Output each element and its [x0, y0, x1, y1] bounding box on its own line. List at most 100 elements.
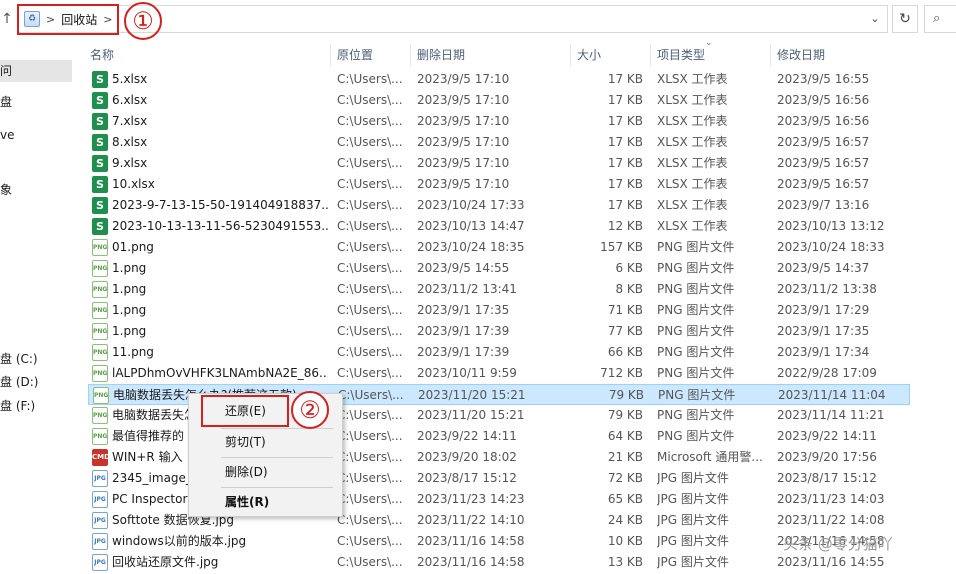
file-location: C:\Users\...	[337, 408, 403, 422]
file-location: C:\Users\...	[337, 177, 403, 191]
table-row[interactable]: JPG 回收站还原文件.jpg C:\Users\... 2023/11/16 14:…	[88, 552, 910, 573]
file-type: PNG 图片文件	[657, 408, 735, 422]
column-header-name[interactable]: 名称	[84, 44, 330, 66]
table-row[interactable]: S 2023-10-13-13-11-56-5230491553... C:\Use…	[88, 216, 910, 237]
nav-item[interactable]: 盘 (D:)	[0, 371, 72, 393]
cmd-file-icon: CMD	[92, 449, 110, 466]
file-type: XLSX 工作表	[657, 198, 728, 212]
file-location: C:\Users\...	[337, 345, 403, 359]
table-row[interactable]: S 10.xlsx C:\Users\... 2023/9/5 17:10 17 KB X…	[88, 174, 910, 195]
file-location: C:\Users\...	[337, 156, 403, 170]
column-header-deleted[interactable]: 删除日期	[410, 44, 570, 66]
column-header-location[interactable]: 原位置	[330, 44, 410, 66]
file-deleted-date: 2023/11/22 14:10	[417, 513, 525, 527]
table-row[interactable]: S 6.xlsx C:\Users\... 2023/9/5 17:10 17 KB XL…	[88, 90, 910, 111]
navigation-pane: 问盘 ve 象盘 (C:) 盘 (D:) 盘 (F:)	[0, 38, 72, 574]
column-header-row: 名称 原位置 删除日期 大小 项目类型 修改日期	[84, 44, 956, 66]
file-name: 10.xlsx	[112, 177, 155, 191]
file-name: 01.png	[112, 240, 154, 254]
file-type: XLSX 工作表	[657, 114, 728, 128]
file-modified-date: 2023/11/23 14:03	[777, 492, 885, 506]
file-location: C:\Users\...	[337, 135, 403, 149]
nav-item[interactable]: ve	[0, 124, 72, 146]
jpg-file-icon: JPG	[92, 533, 108, 550]
nav-item[interactable]: 象	[0, 179, 72, 201]
refresh-button[interactable]: ↻	[892, 5, 918, 33]
table-row[interactable]: PNG 01.png C:\Users\... 2023/10/24 18:35 157…	[88, 237, 910, 258]
up-arrow-icon[interactable]: ↑	[0, 10, 14, 28]
file-size: 65 KB	[607, 492, 643, 506]
file-location: C:\Users\...	[337, 303, 403, 317]
file-size: 157 KB	[600, 240, 643, 254]
file-type: PNG 图片文件	[657, 261, 735, 275]
menu-item-delete[interactable]: 删除(D)	[190, 460, 341, 484]
table-row[interactable]: S 7.xlsx C:\Users\... 2023/9/5 17:10 17 KB XL…	[88, 111, 910, 132]
table-row[interactable]: PNG lALPDhmOvVHFK3LNAmbNA2E_86... C:\Users…	[88, 363, 910, 384]
file-size: 17 KB	[607, 177, 643, 191]
file-modified-date: 2023/9/20 17:56	[777, 450, 877, 464]
column-header-size[interactable]: 大小	[570, 44, 650, 66]
file-type: XLSX 工作表	[657, 72, 728, 86]
annotation-number-2: ②	[291, 391, 329, 429]
file-name: 9.xlsx	[112, 156, 148, 170]
table-row[interactable]: S 5.xlsx C:\Users\... 2023/9/5 17:10 17 KB XL…	[88, 69, 910, 90]
xlsx-file-icon: S	[92, 176, 108, 193]
chevron-down-icon[interactable]: ⌄	[866, 10, 884, 28]
file-location: C:\Users\...	[337, 240, 403, 254]
file-deleted-date: 2023/11/20 15:21	[417, 408, 525, 422]
file-deleted-date: 2023/8/17 15:12	[417, 471, 517, 485]
file-location: C:\Users\...	[337, 324, 403, 338]
file-type: XLSX 工作表	[657, 93, 728, 107]
xlsx-file-icon: S	[92, 134, 108, 151]
nav-item[interactable]: 问	[0, 60, 72, 82]
nav-item[interactable]: 盘 (F:)	[0, 395, 72, 417]
file-size: 13 KB	[607, 555, 643, 569]
table-row[interactable]: PNG 11.png C:\Users\... 2023/9/1 17:39 66 KB…	[88, 342, 910, 363]
file-name: 11.png	[112, 345, 154, 359]
png-file-icon: PNG	[92, 428, 108, 445]
table-row[interactable]: PNG 1.png C:\Users\... 2023/9/1 17:35 71 KB P…	[88, 300, 910, 321]
table-row[interactable]: S 2023-9-7-13-15-50-191404918837... C:\Use…	[88, 195, 910, 216]
file-location: C:\Users\...	[338, 388, 404, 402]
file-modified-date: 2023/9/22 14:11	[777, 429, 877, 443]
file-name: 1.png	[112, 324, 147, 338]
search-icon[interactable]: ⌕	[924, 5, 956, 33]
file-size: 17 KB	[607, 72, 643, 86]
file-name: 2023-9-7-13-15-50-191404918837...	[112, 198, 328, 212]
sort-chevron-icon: ⌄	[705, 38, 713, 48]
file-deleted-date: 2023/10/13 14:47	[417, 219, 525, 233]
table-row[interactable]: S 8.xlsx C:\Users\... 2023/9/5 17:10 17 KB XL…	[88, 132, 910, 153]
file-type: XLSX 工作表	[657, 177, 728, 191]
column-header-modified[interactable]: 修改日期	[770, 44, 910, 66]
menu-item-properties[interactable]: 属性(R)	[190, 490, 341, 514]
file-type: XLSX 工作表	[657, 219, 728, 233]
nav-item[interactable]: 盘 (C:)	[0, 348, 72, 370]
file-deleted-date: 2023/9/1 17:39	[417, 324, 510, 338]
jpg-file-icon: JPG	[92, 512, 108, 529]
file-deleted-date: 2023/11/23 14:23	[417, 492, 525, 506]
file-type: PNG 图片文件	[657, 429, 735, 443]
jpg-file-icon: JPG	[92, 470, 108, 487]
file-modified-date: 2023/11/16 14:55	[777, 555, 885, 569]
file-location: C:\Users\...	[337, 555, 403, 569]
nav-item[interactable]: 盘	[0, 91, 72, 113]
png-file-icon: PNG	[92, 260, 108, 277]
table-row[interactable]: PNG 1.png C:\Users\... 2023/9/1 17:39 77 KB P…	[88, 321, 910, 342]
table-row[interactable]: S 9.xlsx C:\Users\... 2023/9/5 17:10 17 KB XL…	[88, 153, 910, 174]
file-name: windows以前的版本.jpg	[112, 534, 247, 548]
menu-separator	[221, 457, 333, 458]
table-row[interactable]: PNG 1.png C:\Users\... 2023/11/2 13:41 8 KB P…	[88, 279, 910, 300]
menu-item-cut[interactable]: 剪切(T)	[190, 430, 341, 454]
file-type: PNG 图片文件	[657, 324, 735, 338]
file-modified-date: 2023/11/22 14:08	[777, 513, 885, 527]
file-deleted-date: 2023/9/20 18:02	[417, 450, 517, 464]
file-deleted-date: 2023/11/16 14:58	[417, 534, 525, 548]
file-deleted-date: 2023/9/22 14:11	[417, 429, 517, 443]
png-file-icon: PNG	[92, 365, 108, 382]
table-row[interactable]: PNG 1.png C:\Users\... 2023/9/5 14:55 6 KB PN…	[88, 258, 910, 279]
file-deleted-date: 2023/10/24 17:33	[417, 198, 525, 212]
file-deleted-date: 2023/11/16 14:58	[417, 555, 525, 569]
file-size: 64 KB	[607, 429, 643, 443]
file-location: C:\Users\...	[337, 219, 403, 233]
xlsx-file-icon: S	[92, 113, 108, 130]
